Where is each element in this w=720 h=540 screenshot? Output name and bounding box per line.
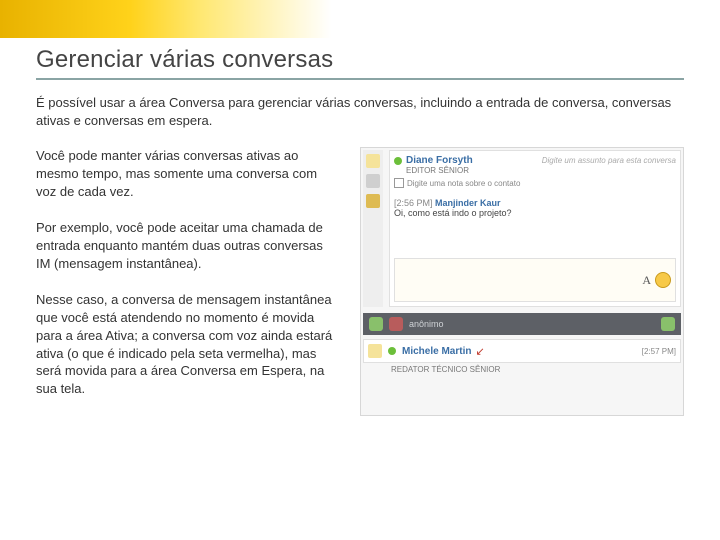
folder-icon: [366, 194, 380, 208]
presence-dot-icon: [388, 347, 396, 355]
attachment-icon: [366, 174, 380, 188]
hold-conversation-row: Michele Martin ↙ [2:57 PM]: [363, 339, 681, 363]
chat-sidebar: [363, 150, 383, 307]
red-arrow-icon: ↙: [475, 345, 484, 358]
body-paragraph: Nesse caso, a conversa de mensagem insta…: [36, 291, 336, 399]
page-title: Gerenciar várias conversas: [36, 46, 684, 74]
chat-screenshot: Diane Forsyth Digite um assunto para est…: [360, 147, 684, 416]
lead-paragraph: É possível usar a área Conversa para ger…: [36, 94, 684, 129]
contact-name: Diane Forsyth: [406, 155, 473, 166]
call-control-bar: anônimo: [363, 313, 681, 335]
chat-bubble-icon: [368, 344, 382, 358]
end-call-icon: [389, 317, 403, 331]
hold-timestamp: [2:57 PM]: [642, 347, 676, 356]
chat-bubble-icon: [366, 154, 380, 168]
message-text: Oi, como está indo o projeto?: [394, 208, 512, 218]
font-format-icon: A: [642, 273, 651, 288]
message-timestamp: [2:56 PM]: [394, 198, 433, 208]
active-conversation-panel: Diane Forsyth Digite um assunto para est…: [389, 150, 681, 307]
answer-call-icon: [369, 317, 383, 331]
hold-contact-role: REDATOR TÉCNICO SÊNIOR: [391, 365, 681, 374]
title-rule: [36, 78, 684, 80]
presence-dot-icon: [394, 157, 402, 165]
note-label: Digite uma nota sobre o contato: [407, 179, 520, 188]
body-paragraph: Você pode manter várias conversas ativas…: [36, 147, 336, 201]
accent-banner: [0, 0, 720, 38]
handset-icon: [661, 317, 675, 331]
contact-role: EDITOR SÊNIOR: [406, 166, 676, 175]
body-paragraph: Por exemplo, você pode aceitar uma chama…: [36, 219, 336, 273]
emoji-icon: [655, 272, 671, 288]
compose-area: A: [394, 258, 676, 302]
note-checkbox-icon: [394, 178, 404, 188]
compose-hint: Digite um assunto para esta conversa: [542, 156, 676, 165]
caller-label: anônimo: [409, 319, 655, 329]
message-sender: Manjinder Kaur: [435, 198, 501, 208]
body-text-column: Você pode manter várias conversas ativas…: [36, 147, 336, 416]
hold-contact-name: Michele Martin: [402, 346, 471, 357]
